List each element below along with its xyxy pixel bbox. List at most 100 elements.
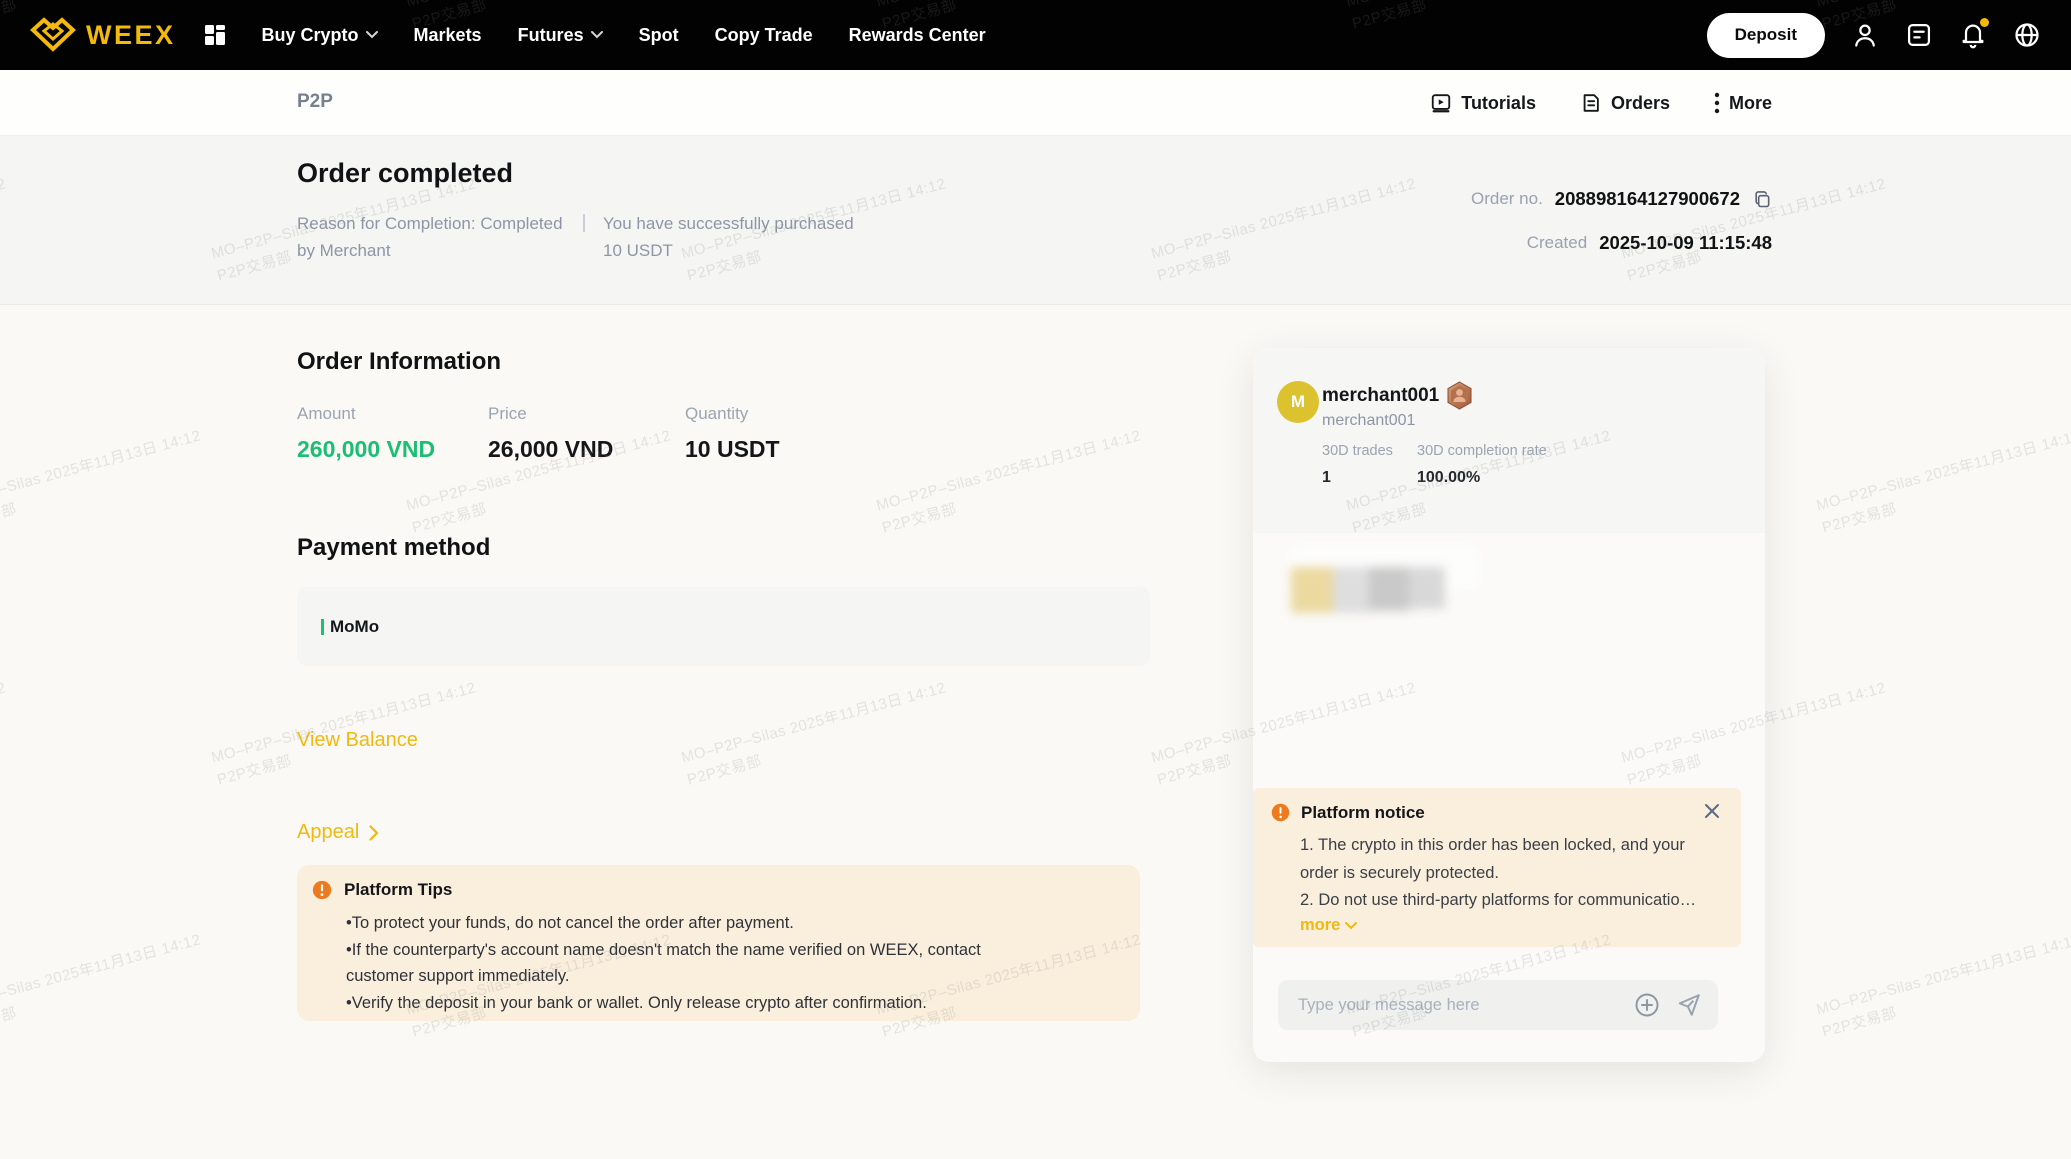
amount-value: 260,000 VND [297,436,436,462]
order-status-details: Reason for Completion: Completed by Merc… [297,210,855,264]
apps-grid-icon[interactable] [202,22,228,48]
price-value: 26,000 VND [488,436,614,462]
platform-notice-text: 1. The crypto in this order has been loc… [1300,832,1718,915]
more-button[interactable]: More [1714,92,1772,114]
tutorials-label: Tutorials [1461,92,1536,113]
nav-label: Buy Crypto [261,24,359,45]
watermark: MO–P2P–Silas 2025年11月13日 14:12P2P交易部 [874,427,1143,537]
tutorials-button[interactable]: Tutorials [1430,92,1536,114]
nav-item-rewards-center[interactable]: Rewards Center [849,25,986,46]
quantity-field: Quantity 10 USDT [685,404,780,463]
trades-30d-value: 1 [1322,469,1331,486]
notice-line: 2. Do not use third-party platforms for … [1300,891,1697,909]
order-information-title: Order Information [297,348,502,375]
notice-line: 1. The crypto in this order has been loc… [1300,836,1685,882]
watermark: MO–P2P–Silas 2025年11月13日 14:12P2P交易部 [0,679,8,766]
tip-item: To protect your funds, do not cancel the… [346,910,1052,937]
weex-logo[interactable]: WEEX [30,17,176,53]
view-balance-link[interactable]: View Balance [297,729,418,752]
globe-language-icon[interactable] [2013,21,2041,49]
chevron-down-icon [1345,921,1358,929]
redacted-chat-message [1283,545,1493,625]
appeal-link[interactable]: Appeal [297,821,379,844]
payment-accent-bar [321,618,324,635]
nav-item-spot[interactable]: Spot [639,25,679,46]
chat-header: M merchant001 merchant001 30D trades 30D… [1253,348,1765,533]
tip-text: If the counterparty's account name doesn… [346,940,981,986]
payment-method-card: MoMo [297,587,1150,666]
watermark: MO–P2P–Silas 2025年11月13日 14:12P2P交易部 [679,679,948,789]
payment-method-name: MoMo [330,616,380,636]
payment-method-title: Payment method [297,534,491,561]
nav-item-futures[interactable]: Futures [518,25,603,46]
top-navbar: WEEX Buy Crypto Markets Futures Spot Cop… [0,0,2071,70]
order-number-row: Order no. 208898164127900672 [1471,188,1772,210]
notification-dot [1980,18,1989,27]
close-icon[interactable] [1703,802,1721,820]
copy-icon[interactable] [1752,189,1772,209]
alert-icon [1271,803,1290,822]
order-no-label: Order no. [1470,189,1543,208]
chevron-right-icon [369,824,379,841]
orders-button[interactable]: Orders [1580,92,1670,114]
quantity-value: 10 USDT [685,436,780,462]
merchant-subtitle: merchant001 [1322,412,1416,429]
nav-item-markets[interactable]: Markets [414,25,482,46]
purchase-summary: You have successfully purchased 10 USDT [603,214,854,260]
more-label: More [1728,92,1772,113]
subheader-actions: Tutorials Orders More [1430,70,1772,136]
amount-field: Amount 260,000 VND [297,404,435,463]
more-kebab-icon [1714,92,1720,114]
order-status-band: Order completed Reason for Completion: C… [0,136,2071,305]
nav-label: Markets [413,24,482,45]
brand-name: WEEX [86,19,176,50]
platform-tips-title: Platform Tips [344,880,453,899]
platform-tips-box: Platform Tips To protect your funds, do … [297,865,1140,1021]
more-link-label: more [1300,916,1341,934]
nav-label: Spot [638,24,679,45]
nav-item-copy-trade[interactable]: Copy Trade [715,25,813,46]
tip-item: Verify the deposit in your bank or walle… [346,990,1052,1017]
chevron-down-icon [590,31,603,39]
order-status-title: Order completed [297,158,514,188]
completion-rate-value: 100.00% [1417,469,1481,486]
watermark: MO–P2P–Silas 2025年11月13日 14:12P2P交易部 [0,427,203,537]
tutorials-icon [1432,94,1451,113]
attach-plus-icon[interactable] [1634,992,1660,1018]
chat-input-bar [1278,980,1718,1030]
completion-reason: Reason for Completion: Completed by Merc… [297,214,563,260]
breadcrumb[interactable]: P2P [297,91,333,113]
chat-support-icon[interactable] [1905,21,1933,49]
user-icon[interactable] [1851,21,1879,49]
watermark: MO–P2P–Silas 2025年11月13日 14:12P2P交易部 [1814,427,2071,537]
platform-notice-box: Platform notice 1. The crypto in this or… [1253,788,1741,947]
send-icon[interactable] [1676,992,1702,1018]
completion-rate-label: 30D completion rate [1417,443,1547,459]
merchant-chat-panel: M merchant001 merchant001 30D trades 30D… [1253,348,1765,1062]
merchant-name-row: merchant001 [1322,381,1473,410]
price-field: Price 26,000 VND [488,404,613,463]
nav-label: Futures [517,24,584,45]
weex-logo-icon [30,17,76,53]
created-row: Created 2025-10-09 11:15:48 [1527,232,1772,254]
deposit-button[interactable]: Deposit [1706,12,1825,58]
appeal-label: Appeal [297,821,360,843]
main-nav: Buy Crypto Markets Futures Spot Copy Tra… [262,25,986,46]
price-label: Price [488,404,527,423]
tip-item: If the counterparty's account name doesn… [346,937,1052,990]
tip-text: Verify the deposit in your bank or walle… [351,993,927,1012]
platform-tips-list: To protect your funds, do not cancel the… [346,910,1052,1016]
notice-more-link[interactable]: more [1300,916,1358,935]
amount-label: Amount [297,404,356,423]
chevron-down-icon [365,31,378,39]
trades-30d-label: 30D trades [1322,443,1393,459]
view-balance-label: View Balance [297,729,418,751]
tip-text: To protect your funds, do not cancel the… [351,914,794,932]
notification-bell-icon[interactable] [1959,18,1989,49]
created-value: 2025-10-09 11:15:48 [1599,232,1772,253]
nav-label: Rewards Center [848,24,986,45]
nav-item-buy-crypto[interactable]: Buy Crypto [262,25,378,46]
navbar-right: Deposit [1706,12,2041,58]
platform-tips-header: Platform Tips [311,879,1120,901]
message-input[interactable] [1298,995,1634,1015]
